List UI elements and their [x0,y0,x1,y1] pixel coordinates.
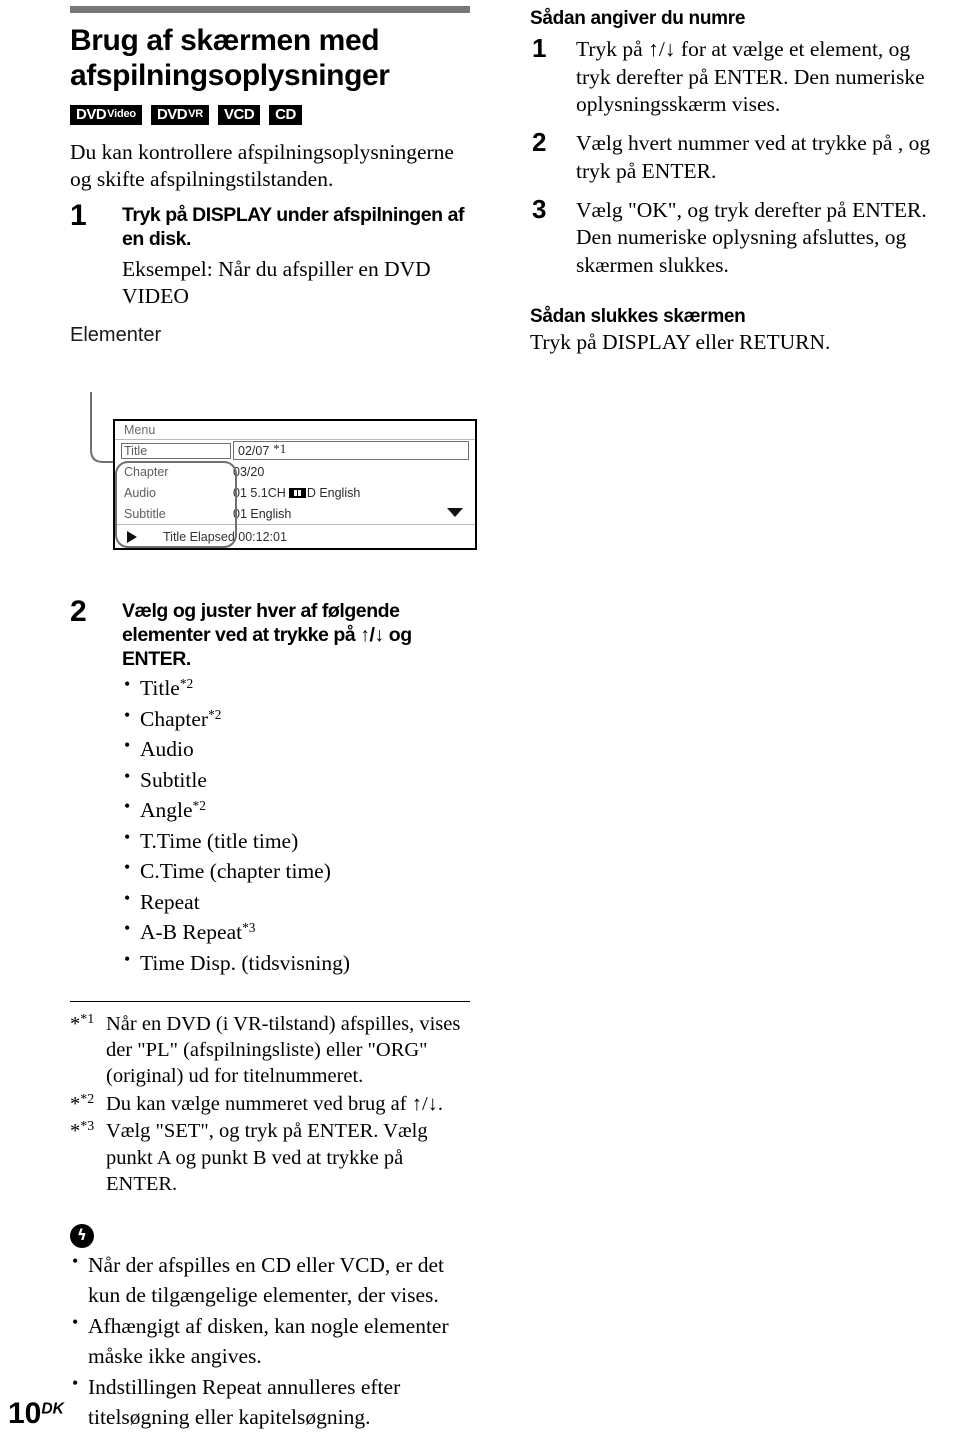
dolby-digital-icon [288,487,306,498]
step-2-number: 2 [70,595,87,628]
right-step-1-number: 1 [532,33,547,63]
footnote-3-text: Vælg "SET", og tryk på ENTER. Vælg punkt… [106,1120,428,1196]
step-1-title: Tryk på DISPLAY under afspilningen af en… [122,204,465,250]
item-label: Chapter [140,706,209,731]
manual-page: Brug af skærmen med afspilningsoplysning… [0,0,960,1443]
intro-paragraph: Du kan kontrollere afspilningsoplysninge… [70,139,454,192]
chevron-down-icon[interactable] [447,508,463,517]
list-item: Afhængigt af disken, kan nogle elementer… [70,1310,470,1372]
list-item: Repeat [122,886,470,918]
elementer-label: Elementer [70,324,162,347]
elements-callout-bracket [115,461,237,548]
dvd-video-badge-sub: Video [107,108,136,121]
item-label: Subtitle [140,767,207,792]
footnote-2-text: Du kan vælge nummeret ved brug af ↑/↓. [106,1092,444,1115]
header-rule [70,6,470,13]
right-step-2-number: 2 [532,127,547,158]
item-footnote: *2 [192,798,206,814]
vcd-badge: VCD [218,104,261,125]
left-column: Brug af skærmen med afspilningsoplysning… [70,0,470,347]
footnote-2: **2 Du kan vælge nummeret ved brug af ↑/… [70,1091,470,1117]
dvd-vr-badge: DVD VR [150,104,209,125]
list-item: C.Time (chapter time) [122,855,470,887]
dvd-video-badge: DVD Video [70,104,142,125]
osd-row-title-value: 02/07 *1 [233,441,469,460]
footnote-1-mark: **1 [70,1011,95,1035]
item-footnote: *3 [242,920,256,936]
item-label: Angle [140,798,193,823]
footnote-divider [70,1000,470,1002]
vcd-badge-main: VCD [224,106,255,124]
list-item: Angle*2 [122,794,470,826]
left-column-lower: 2 Vælg og juster hver af følgende elemen… [70,595,470,1433]
dvd-vr-badge-main: DVD [156,106,188,124]
list-item: Subtitle [122,764,470,796]
osd-illustration: Menu Title 02/07 *1 Chapter 03/20 Audio 0… [113,419,477,550]
dvd-video-badge-main: DVD [76,106,107,124]
right-step-1: 1 Tryk på ↑/↓ for at vælge et element, o… [530,33,940,119]
page-title: Brug af skærmen med afspilningsoplysning… [70,24,390,92]
footnotes: **1 Når en DVD (i VR-tilstand) afspilles… [70,1011,470,1198]
list-item: A-B Repeat*3 [122,916,470,948]
osd-rows: Title 02/07 *1 Chapter 03/20 Audio 01 5.1… [115,440,475,548]
item-label: Title [140,676,180,701]
right-column: Sådan angiver du numre 1 Tryk på ↑/↓ for… [530,0,940,357]
page-number-region: DK [41,1400,64,1418]
osd-title-footnote: *1 [273,440,287,456]
adjustable-items-list: Title*2 Chapter*2 Audio Subtitle Angle*2… [122,672,470,979]
step-1-number: 1 [70,199,87,233]
osd-audio-value-pre: 01 5.1CH [233,485,286,500]
right-step-3-text: Vælg "OK", og tryk derefter på ENTER. De… [576,197,927,278]
osd-row-subtitle-value: 01 English [233,506,292,521]
right-step-1-text: Tryk på ↑/↓ for at vælge et element, og … [576,37,925,117]
item-label: T.Time (title time) [140,828,299,853]
osd-audio-value-post: D English [306,485,361,500]
right-heading-2-body: Tryk på DISPLAY eller RETURN. [530,329,831,354]
cd-badge: CD [269,104,302,125]
right-step-2: 2 Vælg hvert nummer ved at trykke på , o… [530,127,940,185]
list-item: Chapter*2 [122,703,470,735]
step-1-body: Eksempel: Når du afspiller en DVD VIDEO [122,256,431,308]
osd-title-value-text: 02/07 [238,443,270,458]
disc-format-badges: DVD Video DVD VR VCD CD [70,104,470,125]
notes-list: Når der afspilles en CD eller VCD, er de… [70,1249,470,1433]
item-label: Audio [140,737,194,762]
osd-row-chapter-value: 03/20 [233,464,265,479]
note-lightning-icon: ϟ [70,1223,94,1248]
dvd-vr-badge-sub: VR [188,108,203,121]
item-footnote: *2 [179,676,194,692]
footnote-1: **1 Når en DVD (i VR-tilstand) afspilles… [70,1011,470,1090]
step-2: 2 Vælg og juster hver af følgende elemen… [70,595,470,979]
footnote-3: **3 Vælg "SET", og tryk på ENTER. Vælg p… [70,1118,470,1197]
right-heading-turn-off-screen: Sådan slukkes skærmen [530,305,746,327]
step-2-title: Vælg og juster hver af følgende elemente… [122,600,412,670]
item-label: C.Time (chapter time) [140,859,331,884]
right-step-3: 3 Vælg "OK", og tryk derefter på ENTER. … [530,193,940,280]
item-label: A-B Repeat [140,920,243,945]
osd-row-title-label: Title [115,442,233,459]
item-label: Repeat [140,889,200,914]
page-number: 10DK [8,1399,64,1429]
right-step-2-text: Vælg hvert nummer ved at trykke på , og … [576,131,931,183]
osd-menu-label: Menu [115,421,475,440]
right-step-3-number: 3 [532,193,547,224]
osd-row-title[interactable]: Title 02/07 *1 [115,440,475,461]
cd-badge-main: CD [275,106,296,124]
footnote-2-mark: **2 [70,1091,95,1115]
list-item: T.Time (title time) [122,825,470,857]
list-item: Audio [122,733,470,765]
item-footnote: *2 [208,706,222,722]
list-item: Title*2 [122,672,470,704]
footnote-1-text: Når en DVD (i VR-tilstand) afspilles, vi… [106,1012,461,1088]
step-1: 1 Tryk på DISPLAY under afspilningen af … [70,199,470,310]
right-heading-enter-numbers: Sådan angiver du numre [530,8,746,29]
osd-panel: Menu Title 02/07 *1 Chapter 03/20 Audio 0… [113,419,477,550]
item-label: Time Disp. (tidsvisning) [140,950,351,975]
list-item: Når der afspilles en CD eller VCD, er de… [70,1249,470,1311]
list-item: Indstillingen Repeat annulleres efter ti… [70,1371,470,1433]
osd-row-audio-value: 01 5.1CH D English [233,486,475,500]
footnote-3-mark: **3 [70,1119,95,1143]
page-number-value: 10 [8,1397,42,1430]
list-item: Time Disp. (tidsvisning) [122,947,470,979]
